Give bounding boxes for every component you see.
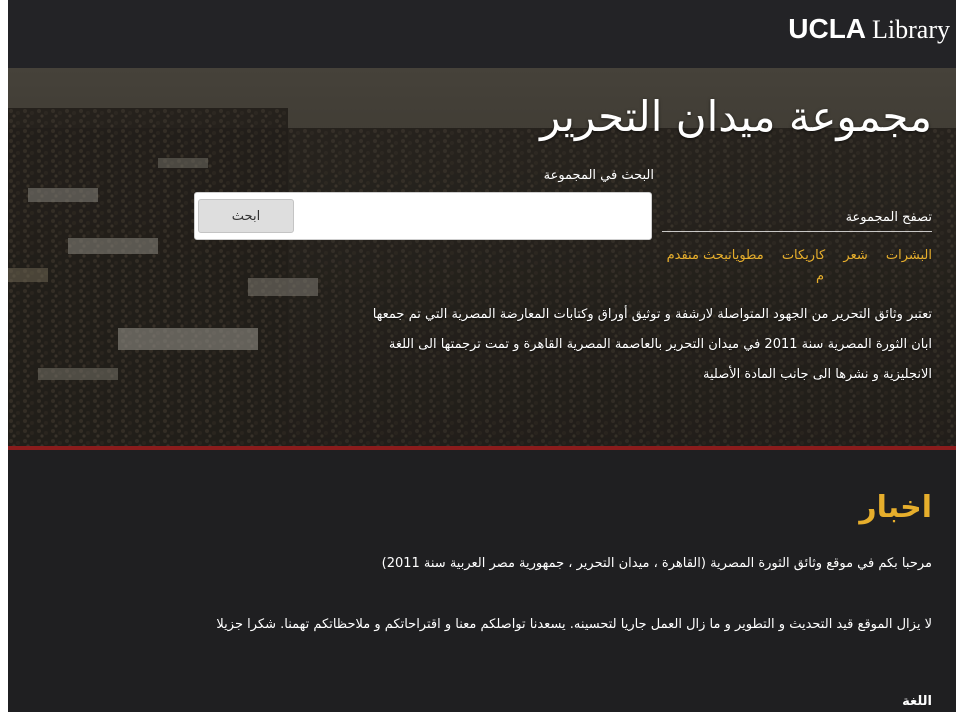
search-label: البحث في المجموعة bbox=[543, 168, 654, 183]
search-input[interactable] bbox=[297, 199, 647, 233]
language-heading: اللغة bbox=[902, 694, 932, 709]
browse-collection-label: تصفح المجموعة bbox=[845, 210, 932, 225]
page-edge bbox=[0, 0, 8, 712]
browse-link-pamphlets[interactable]: مطويات bbox=[728, 248, 764, 263]
browse-divider bbox=[662, 231, 932, 232]
logo-library-text: Library bbox=[872, 15, 950, 44]
site-header: UCLA Library bbox=[8, 0, 956, 68]
news-welcome-text: مرحبا بكم في موقع وثائق الثورة المصرية (… bbox=[381, 556, 932, 571]
logo-ucla-text: UCLA bbox=[788, 13, 867, 44]
news-heading: اخبار bbox=[859, 490, 932, 525]
advanced-search-link[interactable]: بحث متقدم bbox=[667, 248, 729, 263]
browse-links: البشرات شعر كاريكات مطوياتبحث متقدم bbox=[667, 248, 932, 263]
news-update-text: لا يزال الموقع قيد التحديث و التطوير و م… bbox=[216, 617, 932, 632]
news-section: اخبار مرحبا بكم في موقع وثائق الثورة الم… bbox=[8, 450, 956, 712]
search-box: ابحث bbox=[194, 192, 652, 240]
advanced-search-fragment-link[interactable]: م bbox=[816, 269, 824, 284]
collection-description: تعتبر وثائق التحرير من الجهود المتواصلة … bbox=[372, 307, 932, 382]
browse-link-cartoons[interactable]: كاريكات bbox=[782, 248, 825, 263]
search-button[interactable]: ابحث bbox=[198, 199, 294, 233]
hero-banner: مجموعة ميدان التحرير البحث في المجموعة ا… bbox=[8, 68, 956, 446]
ucla-library-logo[interactable]: UCLA Library bbox=[788, 13, 950, 45]
collection-title: مجموعة ميدان التحرير bbox=[540, 92, 932, 141]
browse-link-poetry[interactable]: شعر bbox=[843, 248, 867, 263]
browse-link-posters[interactable]: البشرات bbox=[886, 248, 932, 263]
